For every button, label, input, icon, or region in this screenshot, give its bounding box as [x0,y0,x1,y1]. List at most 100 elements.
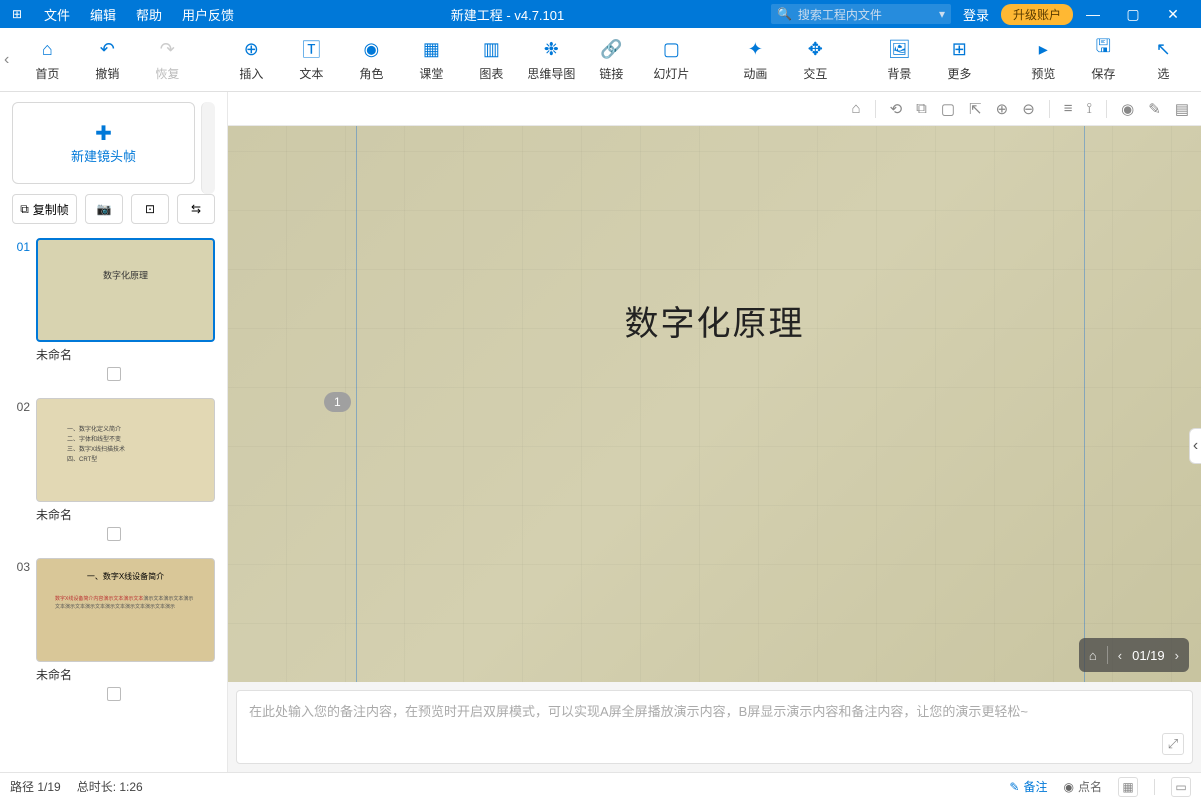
page-navigator: ⌂ ‹ 01/19 › [1079,638,1189,672]
mindmap-button[interactable]: ❉思维导图 [521,32,581,88]
camera-button[interactable]: 📷 [85,194,123,224]
chart-button[interactable]: ▥图表 [461,32,521,88]
classroom-icon: ▦ [419,37,443,61]
menu-file[interactable]: 文件 [34,5,80,24]
chart-icon: ▥ [479,37,503,61]
camera-icon: 📷 [97,202,112,216]
select-button[interactable]: ↖选 [1133,32,1193,88]
swap-button[interactable]: ⇆ [177,194,215,224]
home-icon[interactable]: ⌂ [852,100,861,117]
canvas[interactable]: 数字化原理 1 [228,126,1201,682]
link-icon: 🔗 [599,37,623,61]
new-frame-button[interactable]: ✚ 新建镜头帧 [12,102,195,184]
plus-circle-icon: ⊕ [239,37,263,61]
person-icon: ◉ [359,37,383,61]
lock-icon[interactable]: ⟟ [1087,100,1093,117]
undo-button[interactable]: ↶撤销 [77,32,137,88]
home-icon: ⌂ [35,37,59,61]
scrollbar[interactable] [201,102,215,194]
note-icon: ✎ [1009,780,1019,794]
upgrade-button[interactable]: 升级账户 [1001,4,1073,25]
nav-home-icon[interactable]: ⌂ [1089,648,1097,663]
present-icon[interactable]: ▭ [1171,777,1191,797]
grid-view-icon[interactable]: ▦ [1118,777,1138,797]
text-button[interactable]: 🅃文本 [281,32,341,88]
minimize-button[interactable]: — [1073,6,1113,22]
slide-panel: ✚ 新建镜头帧 ⧉复制帧 📷 ⊡ ⇆ 01 数字化原理 未命名 02 一、数字化… [0,92,228,772]
slide-button[interactable]: ▢幻灯片 [641,32,701,88]
layer-icon[interactable]: ▤ [1175,100,1189,118]
role-button[interactable]: ◉角色 [341,32,401,88]
star-icon: ✦ [743,37,767,61]
rotate-left-icon[interactable]: ⟲ [890,100,903,118]
search-input[interactable]: 🔍 搜索工程内文件 ▾ [771,4,951,24]
slide-title-text[interactable]: 数字化原理 [625,296,805,345]
slide-icon: ▢ [659,37,683,61]
plus-icon: ✚ [95,121,112,146]
undo-icon: ↶ [95,37,119,61]
copy-frame-button[interactable]: ⧉复制帧 [12,194,77,224]
right-panel-handle[interactable]: ‹ [1189,428,1201,464]
text-icon: 🅃 [299,37,323,61]
paste-icon[interactable]: ▢ [941,100,955,118]
slide-thumb-3[interactable]: 03 一、数字X线设备简介 数字X线设备简介内容演示文本演示文本演示文本演示文本… [12,558,215,710]
qr-button[interactable]: ⊡ [131,194,169,224]
home-button[interactable]: ⌂首页 [17,32,77,88]
redo-icon: ↷ [155,37,179,61]
copy-icon: ⧉ [20,202,29,217]
nav-next-icon[interactable]: › [1175,648,1179,663]
edit-icon[interactable]: ✎ [1148,100,1161,118]
menu-help[interactable]: 帮助 [126,5,172,24]
step-badge[interactable]: 1 [324,392,351,412]
qr-icon: ⊡ [145,202,155,216]
maximize-button[interactable]: ▢ [1113,6,1153,23]
slide-thumb-2[interactable]: 02 一、数字化定义简介二、字体和线型不变三、数字X线扫描技术四、CRT型 未命… [12,398,215,550]
mindmap-icon: ❉ [539,37,563,61]
play-icon: ▸ [1031,37,1055,61]
insert-button[interactable]: ⊕插入 [221,32,281,88]
timer-icon [107,527,121,541]
expand-icon[interactable]: ⤢ [1162,733,1184,755]
image-icon: 🖼 [887,37,911,61]
cursor-icon: ↖ [1151,37,1175,61]
notes-toggle[interactable]: ✎备注 [1009,778,1047,795]
timer-icon [107,687,121,701]
copy-icon[interactable]: ⧉ [916,100,927,117]
redo-button: ↷恢复 [137,32,197,88]
class-button[interactable]: ▦课堂 [401,32,461,88]
export-icon[interactable]: ⇱ [969,100,982,118]
save-button[interactable]: 🖫保存 [1073,32,1133,88]
window-title: 新建工程 - v4.7.101 [244,5,771,24]
interact-icon: ✥ [803,37,827,61]
interact-button[interactable]: ✥交互 [785,32,845,88]
grid-icon: ⊞ [947,37,971,61]
login-link[interactable]: 登录 [963,5,989,24]
guide-line [1084,126,1085,682]
chevron-down-icon: ▾ [939,7,945,21]
menu-edit[interactable]: 编辑 [80,5,126,24]
slide-thumb-1[interactable]: 01 数字化原理 未命名 [12,238,215,390]
align-icon[interactable]: ≡ [1064,100,1073,117]
more-button[interactable]: ⊞更多 [929,32,989,88]
menu-feedback[interactable]: 用户反馈 [172,5,244,24]
zoom-in-icon[interactable]: ⊕ [996,100,1009,118]
person-icon: ◉ [1064,780,1074,794]
path-status: 路径 1/19 [10,778,61,795]
snapshot-icon[interactable]: ◉ [1121,100,1134,118]
notes-area[interactable]: 在此处输入您的备注内容，在预览时开启双屏模式，可以实现A屏全屏播放演示内容，B屏… [236,690,1193,764]
search-icon: 🔍 [777,7,792,21]
link-button[interactable]: 🔗链接 [581,32,641,88]
zoom-out-icon[interactable]: ⊖ [1022,100,1035,118]
duration-status: 总时长: 1:26 [77,778,143,795]
background-button[interactable]: 🖼背景 [869,32,929,88]
save-icon: 🖫 [1091,37,1115,61]
animation-button[interactable]: ✦动画 [725,32,785,88]
guide-line [356,126,357,682]
page-indicator: 01/19 [1132,648,1165,663]
rollcall-button[interactable]: ◉点名 [1064,778,1103,795]
canvas-toolbar: ⌂ ⟲ ⧉ ▢ ⇱ ⊕ ⊖ ≡ ⟟ ◉ ✎ ▤ [228,92,1201,126]
nav-prev-icon[interactable]: ‹ [1118,648,1122,663]
preview-button[interactable]: ▸预览 [1013,32,1073,88]
close-button[interactable]: ✕ [1153,6,1193,23]
timer-icon [107,367,121,381]
